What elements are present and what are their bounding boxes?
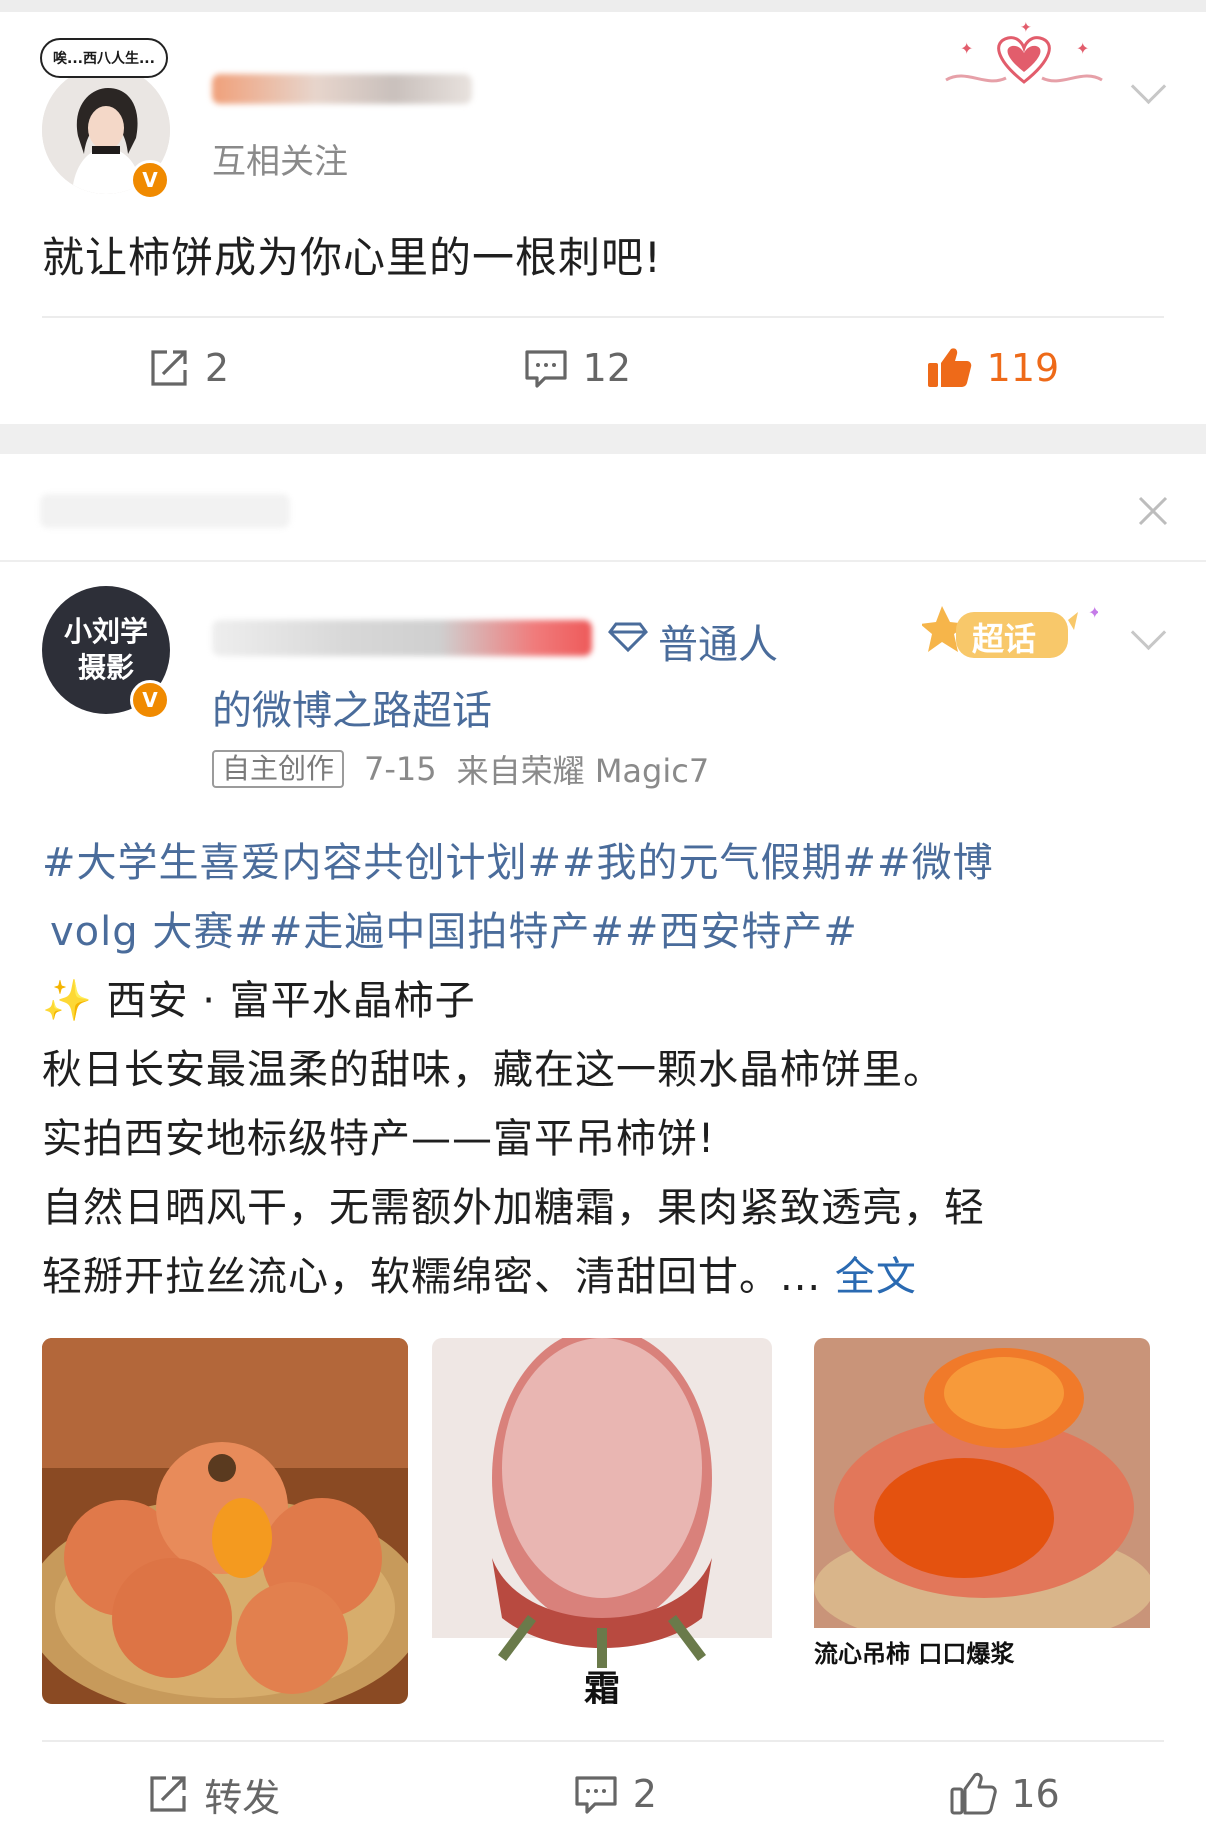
super-topic-name-suffix[interactable]: 普通人 xyxy=(658,612,778,670)
recommendation-header-redacted xyxy=(40,494,290,528)
chevron-down-icon[interactable] xyxy=(1130,614,1167,651)
feed-separator xyxy=(0,424,1206,454)
body-line: 轻掰开拉丝流心，软糯绵密、清甜回甘。... xyxy=(42,1254,822,1300)
body-line: 实拍西安地标级特产——富平吊柿饼! xyxy=(42,1116,716,1162)
thumbs-up-icon xyxy=(950,1772,998,1815)
avatar-text: 小刘学摄影 xyxy=(63,615,148,684)
username-redacted[interactable] xyxy=(212,74,472,104)
svg-text:✦: ✦ xyxy=(1088,603,1098,622)
avatar-bubble: 唉...西八人生... xyxy=(40,38,168,78)
post-source: 来自荣耀 Magic7 xyxy=(456,752,710,790)
original-tag: 自主创作 xyxy=(212,750,345,788)
repost-count: 2 xyxy=(204,346,229,390)
comment-button[interactable]: 2 xyxy=(573,1772,657,1816)
relation-label: 互相关注 xyxy=(212,142,348,182)
post-image-2[interactable]: 霜 xyxy=(432,1338,772,1704)
like-button[interactable]: 16 xyxy=(949,1771,1060,1817)
body-line: 自然日晒风干，无需额外加糖霜，果肉紧致透亮，轻 xyxy=(42,1185,985,1231)
repost-button[interactable]: 2 xyxy=(147,346,229,390)
juicy-persimmon-image xyxy=(814,1338,1150,1648)
sparkle-icon: ✨ xyxy=(42,978,93,1024)
hashtags-line-2[interactable]: volg 大赛##走遍中国拍特产##西安特产# xyxy=(42,898,1172,967)
post-card-1: 唉...西八人生... V 互相关注 ✦ ✦ ✦ 就让柿饼成为你心里的一根刺吧!… xyxy=(0,12,1206,422)
full-text-link[interactable]: 全文 xyxy=(835,1254,917,1300)
repost-label: 转发 xyxy=(204,1775,281,1820)
divider xyxy=(42,1740,1164,1742)
persimmon-basket-image xyxy=(42,1338,408,1704)
like-count: 119 xyxy=(986,346,1060,390)
image-3-caption: 流心吊柿 口口爆浆 xyxy=(814,1639,1015,1668)
svg-text:✦: ✦ xyxy=(1020,20,1032,36)
frosted-persimmon-image xyxy=(432,1338,772,1668)
close-icon[interactable] xyxy=(1136,494,1170,532)
hashtags-line-1[interactable]: #大学生喜爱内容共创计划##我的元气假期##微博 xyxy=(42,829,1172,898)
post-card-2: 小刘学摄影 V 普通人 的微博之路超话 ✦ 超话 自主创作 7-15 来自荣耀 … xyxy=(0,454,1206,1844)
like-button[interactable]: 119 xyxy=(925,345,1060,391)
chevron-down-icon[interactable] xyxy=(1130,68,1167,105)
thumbs-up-filled-icon xyxy=(927,348,971,387)
svg-text:✦: ✦ xyxy=(960,39,973,58)
post-body: #大学生喜爱内容共创计划##我的元气假期##微博 volg 大赛##走遍中国拍特… xyxy=(42,829,1172,1312)
comment-count: 12 xyxy=(582,346,631,390)
verified-badge-icon: V xyxy=(130,160,170,200)
post-text: 就让柿饼成为你心里的一根刺吧! xyxy=(42,233,662,282)
super-topic-name[interactable]: 的微博之路超话 xyxy=(212,678,492,736)
verified-badge-icon: V xyxy=(130,680,170,720)
post-image-1[interactable] xyxy=(42,1338,408,1704)
image-2-caption: 霜 xyxy=(583,1668,620,1704)
post-actions: 转发 2 16 xyxy=(0,1744,1206,1844)
post-date: 7-15 xyxy=(364,750,437,788)
repost-icon xyxy=(151,350,187,386)
decorative-heart-badge-icon: ✦ ✦ ✦ xyxy=(936,18,1112,102)
comment-icon xyxy=(525,350,567,388)
comment-count: 2 xyxy=(632,1772,657,1816)
title-line: ✨ 西安 · 富平水晶柿子 xyxy=(42,967,1172,1036)
repost-icon xyxy=(150,1776,186,1812)
post-actions: 2 12 119 xyxy=(0,318,1206,418)
username-redacted[interactable] xyxy=(212,620,592,656)
repost-button[interactable]: 转发 xyxy=(146,1767,280,1822)
svg-text:✦: ✦ xyxy=(1076,39,1089,58)
like-count: 16 xyxy=(1011,1772,1060,1816)
body-line: 秋日长安最温柔的甜味，藏在这一颗水晶柿饼里。 xyxy=(42,1047,944,1093)
post-meta: 自主创作 7-15 来自荣耀 Magic7 xyxy=(212,746,709,792)
super-topic-badge-label: 超话 xyxy=(972,620,1037,658)
post-image-3[interactable]: 流心吊柿 口口爆浆 xyxy=(814,1338,1150,1704)
top-strip xyxy=(0,0,1206,12)
comment-button[interactable]: 12 xyxy=(523,346,631,390)
diamond-icon xyxy=(608,618,648,658)
comment-icon xyxy=(575,1776,617,1814)
body-line-last: 轻掰开拉丝流心，软糯绵密、清甜回甘。... 全文 xyxy=(42,1243,1172,1312)
super-topic-badge[interactable]: ✦ 超话 xyxy=(922,596,1098,666)
divider xyxy=(0,560,1206,562)
title-text: 西安 · 富平水晶柿子 xyxy=(106,978,476,1024)
